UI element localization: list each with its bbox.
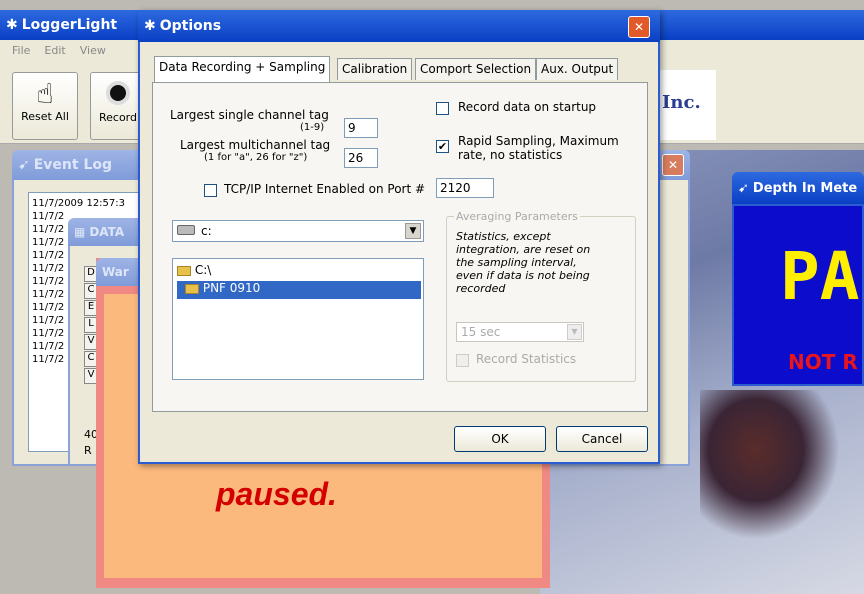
main-title: LoggerLight <box>21 17 118 33</box>
surfer-image <box>700 390 840 540</box>
drive-select[interactable]: c: ▼ <box>172 220 424 242</box>
depth-title-bar: ➹ Depth In Mete <box>732 172 864 204</box>
rapid-sampling-label: Rapid Sampling, Maximum <box>458 134 619 148</box>
rapid-sampling-label-2: rate, no statistics <box>458 148 563 162</box>
record-label: Record <box>98 111 137 124</box>
drive-value: c: <box>201 224 212 238</box>
options-icon: ✱ <box>144 18 156 34</box>
depth-title: Depth In Mete <box>752 180 858 196</box>
tab-aux-output[interactable]: Aux. Output <box>536 58 619 80</box>
warning-title: War <box>102 265 129 279</box>
folder-item-root[interactable]: C:\ <box>177 263 297 279</box>
menu-view[interactable]: View <box>80 44 106 58</box>
ok-button[interactable]: OK <box>454 426 546 452</box>
depth-icon: ➹ <box>738 180 749 196</box>
folder-pnf-label: PNF 0910 <box>202 281 261 295</box>
record-on-startup-label: Record data on startup <box>458 100 597 114</box>
tcp-checkbox[interactable] <box>204 184 217 197</box>
open-folder-icon <box>177 265 191 276</box>
cancel-button[interactable]: Cancel <box>556 426 648 452</box>
event-log-icon: ➹ <box>18 157 30 173</box>
tcp-port-input[interactable]: 2120 <box>436 178 494 198</box>
tab-data-recording[interactable]: Data Recording + Sampling <box>154 56 331 82</box>
data-bottom-value: R <box>84 444 92 457</box>
averaging-legend: Averaging Parameters <box>454 210 580 223</box>
multi-tag-input[interactable]: 26 <box>344 148 378 168</box>
open-folder-icon <box>185 283 199 294</box>
record-on-startup-checkbox[interactable] <box>436 102 449 115</box>
avg-desc-line: Statistics, except <box>456 230 551 243</box>
single-tag-range: (1-9) <box>300 122 325 133</box>
single-tag-input[interactable]: 9 <box>344 118 378 138</box>
options-close-button[interactable]: ✕ <box>628 16 650 38</box>
single-tag-label: Largest single channel tag <box>170 108 329 122</box>
paused-message: paused. <box>216 476 337 512</box>
averaging-description: Statistics, except integration, are rese… <box>456 230 590 295</box>
depth-window: ➹ Depth In Mete PA NOT R <box>732 172 864 386</box>
folder-list[interactable]: C:\ PNF 0910 <box>172 258 424 380</box>
avg-desc-line: integration, are reset on <box>456 243 591 256</box>
tab-calibration[interactable]: Calibration <box>337 58 413 80</box>
depth-big-text: PA <box>780 238 860 315</box>
record-statistics-checkbox[interactable] <box>456 354 469 367</box>
menu-file[interactable]: File <box>12 44 30 58</box>
record-icon <box>106 81 130 105</box>
tab-comport-selection[interactable]: Comport Selection <box>415 58 537 80</box>
rapid-sampling-checkbox[interactable]: ✔ <box>436 140 449 153</box>
log-row: 11/7/2009 12:57:3 <box>32 198 126 209</box>
app-icon: ✱ <box>6 17 18 33</box>
drive-icon <box>177 225 195 235</box>
options-dialog: ✱ Options ✕ Data Recording + Sampling Ca… <box>138 10 660 464</box>
options-title: Options <box>159 18 222 34</box>
reset-icon: ☝ <box>36 77 54 110</box>
tab-strip: Data Recording + Sampling Calibration Co… <box>152 56 652 82</box>
multi-tag-label: Largest multichannel tag <box>180 138 331 152</box>
depth-status-text: NOT R <box>788 350 858 374</box>
menu-edit[interactable]: Edit <box>44 44 65 58</box>
chevron-down-icon[interactable]: ▼ <box>405 223 421 239</box>
record-statistics-label: Record Statistics <box>476 352 577 366</box>
reset-all-button[interactable]: ☝ Reset All <box>12 72 78 140</box>
chevron-down-icon: ▼ <box>567 324 582 340</box>
interval-select[interactable]: 15 sec ▼ <box>456 322 584 342</box>
folder-item-pnf[interactable]: PNF 0910 <box>177 281 421 299</box>
data-window-title: DATA <box>89 225 125 239</box>
event-log-close-button[interactable]: ✕ <box>662 154 684 176</box>
tcp-label: TCP/IP Internet Enabled on Port # <box>224 182 426 196</box>
data-window-icon: ▦ <box>74 225 86 239</box>
multi-tag-range: (1 for "a", 26 for "z") <box>204 152 308 163</box>
avg-desc-line: recorded <box>456 282 506 295</box>
company-text: Inc. <box>662 92 701 113</box>
avg-desc-line: even if data is not being <box>456 269 590 282</box>
event-log-title: Event Log <box>33 157 113 173</box>
interval-value: 15 sec <box>461 325 501 339</box>
folder-root-label: C:\ <box>194 263 212 277</box>
reset-all-label: Reset All <box>21 110 69 123</box>
options-title-bar: ✱ Options <box>138 10 660 42</box>
avg-desc-line: the sampling interval, <box>456 256 577 269</box>
